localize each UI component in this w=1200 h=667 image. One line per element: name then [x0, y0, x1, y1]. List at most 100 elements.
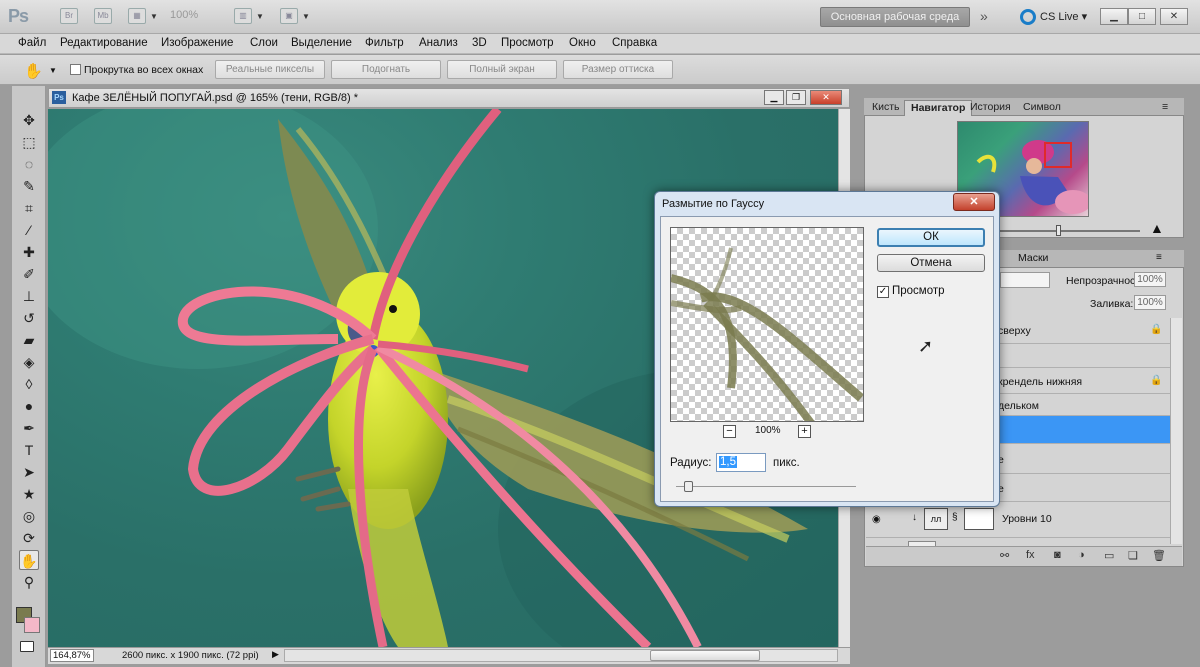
blur-tool-icon[interactable]: ◊	[19, 374, 39, 394]
radius-slider-knob[interactable]	[684, 481, 693, 492]
dodge-tool-icon[interactable]: ●	[19, 396, 39, 416]
layer-mask-thumbnail[interactable]	[964, 508, 994, 530]
preview-zoom-in-button[interactable]: +	[798, 425, 811, 438]
quick-select-tool-icon[interactable]: ✎	[19, 176, 39, 196]
bridge-icon[interactable]: Br	[60, 8, 78, 24]
custom-shape-tool-icon[interactable]: ★	[19, 484, 39, 504]
type-tool-icon[interactable]: T	[19, 440, 39, 460]
marquee-tool-icon[interactable]: ⬚	[19, 132, 39, 152]
chevron-down-icon[interactable]: ▼	[150, 12, 158, 21]
menu-window[interactable]: Окно	[569, 37, 596, 49]
crop-tool-icon[interactable]: ⌗	[19, 198, 39, 218]
cs-live-menu[interactable]: CS Live ▾	[1040, 10, 1087, 23]
preview-zoom-out-button[interactable]: −	[723, 425, 736, 438]
quick-mask-icon[interactable]	[20, 641, 34, 652]
print-size-button[interactable]: Размер оттиска	[563, 60, 673, 79]
fit-screen-button[interactable]: Подогнать	[331, 60, 441, 79]
mini-bridge-icon[interactable]: Mb	[94, 8, 112, 24]
preview-checkbox[interactable]: ✓	[877, 286, 889, 298]
adjustment-layer-icon[interactable]: ◑	[1078, 549, 1085, 561]
fill-input[interactable]: 100%	[1134, 295, 1166, 310]
zoom-tool-icon[interactable]: ⚲	[19, 572, 39, 592]
zoom-level-combo[interactable]: 100%	[170, 9, 222, 25]
lasso-tool-icon[interactable]: ◌	[19, 154, 39, 174]
chevron-down-icon[interactable]: ▼	[302, 12, 310, 21]
tab-navigator[interactable]: Навигатор	[904, 100, 973, 116]
layer-style-icon[interactable]: fx	[1026, 549, 1035, 561]
radius-slider-track[interactable]	[676, 486, 856, 487]
workspace-button[interactable]: Основная рабочая среда	[820, 7, 970, 27]
hand-tool-preset-icon[interactable]: ✋	[24, 62, 43, 80]
new-group-icon[interactable]: ▭	[1104, 549, 1114, 562]
opacity-input[interactable]: 100%	[1134, 272, 1166, 287]
clone-stamp-tool-icon[interactable]: ⊥	[19, 286, 39, 306]
tab-brush[interactable]: Кисть	[866, 100, 906, 116]
doc-close-button[interactable]: ✕	[810, 90, 842, 105]
link-layers-icon[interactable]: ⚯	[1000, 549, 1009, 562]
cancel-button[interactable]: Отмена	[877, 254, 985, 272]
menu-edit[interactable]: Редактирование	[60, 37, 148, 49]
visibility-eye-icon[interactable]: ◉	[872, 514, 881, 525]
zoom-in-icon[interactable]: ▲	[1150, 220, 1164, 236]
history-brush-tool-icon[interactable]: ↺	[19, 308, 39, 328]
navigator-zoom-knob[interactable]	[1056, 225, 1061, 236]
trash-icon[interactable]: 🗑	[1152, 549, 1166, 562]
layers-scrollbar[interactable]	[1170, 318, 1182, 544]
menu-select[interactable]: Выделение	[291, 37, 352, 49]
doc-minimize-button[interactable]: ▁	[764, 90, 784, 105]
more-workspaces-icon[interactable]: »	[980, 8, 988, 24]
menu-3d[interactable]: 3D	[472, 37, 487, 49]
background-color-swatch[interactable]	[24, 617, 40, 633]
pen-tool-icon[interactable]: ✒	[19, 418, 39, 438]
tab-masks[interactable]: Маски	[1018, 252, 1048, 264]
dialog-close-button[interactable]: ✕	[953, 193, 995, 211]
hand-tool-icon[interactable]: ✋	[19, 550, 39, 570]
doc-restore-button[interactable]: ❐	[786, 90, 806, 105]
blur-preview[interactable]	[670, 227, 864, 422]
minimize-button[interactable]: ▁	[1100, 8, 1128, 25]
menu-filter[interactable]: Фильтр	[365, 37, 404, 49]
horizontal-scroll-thumb[interactable]	[650, 650, 760, 661]
radius-input[interactable]: 1,5	[716, 453, 766, 472]
menu-image[interactable]: Изображение	[161, 37, 233, 49]
mouse-cursor-icon: ➚	[918, 336, 934, 356]
menu-analysis[interactable]: Анализ	[419, 37, 458, 49]
close-button[interactable]: ✕	[1160, 8, 1188, 25]
fill-screen-button[interactable]: Полный экран	[447, 60, 557, 79]
tab-history[interactable]: История	[964, 100, 1017, 116]
zoom-field[interactable]: 164,87%	[50, 649, 94, 662]
ok-button[interactable]: ОК	[877, 228, 985, 247]
navigator-zoom-slider[interactable]	[990, 230, 1140, 232]
link-icon[interactable]: §	[952, 512, 958, 523]
chevron-down-icon[interactable]: ▼	[256, 12, 264, 21]
tab-character[interactable]: Символ	[1017, 100, 1067, 116]
add-mask-icon[interactable]: ◙	[1054, 549, 1061, 561]
status-menu-arrow-icon[interactable]: ▶	[272, 649, 279, 660]
move-tool-icon[interactable]: ✥	[19, 110, 39, 130]
brush-tool-icon[interactable]: ✐	[19, 264, 39, 284]
paint-bucket-tool-icon[interactable]: ◈	[19, 352, 39, 372]
navigator-view-box[interactable]	[1044, 142, 1072, 168]
eraser-tool-icon[interactable]: ▰	[19, 330, 39, 350]
actual-pixels-button[interactable]: Реальные пикселы	[215, 60, 325, 79]
healing-brush-tool-icon[interactable]: ✚	[19, 242, 39, 262]
menu-view[interactable]: Просмотр	[501, 37, 554, 49]
blend-mode-select[interactable]	[1000, 272, 1050, 288]
3d-orbit-tool-icon[interactable]: ⟳	[19, 528, 39, 548]
menu-file[interactable]: Файл	[18, 37, 46, 49]
scroll-all-windows-checkbox[interactable]	[70, 64, 81, 75]
screen-mode-icon[interactable]: ▣	[280, 8, 298, 24]
panel-menu-icon[interactable]: ≡	[1156, 100, 1174, 116]
chevron-down-icon[interactable]: ▼	[49, 66, 57, 75]
arrange-documents-icon[interactable]: ▥	[234, 8, 252, 24]
menu-help[interactable]: Справка	[612, 37, 657, 49]
3d-rotate-tool-icon[interactable]: ◎	[19, 506, 39, 526]
menu-layers[interactable]: Слои	[250, 37, 278, 49]
panel-menu-icon[interactable]: ≡	[1156, 252, 1162, 263]
path-select-tool-icon[interactable]: ➤	[19, 462, 39, 482]
view-extras-icon[interactable]: ▦	[128, 8, 146, 24]
maximize-button[interactable]: □	[1128, 8, 1156, 25]
new-layer-icon[interactable]: ❏	[1128, 549, 1138, 562]
cs-live-icon[interactable]	[1020, 9, 1036, 25]
eyedropper-tool-icon[interactable]: ⁄	[19, 220, 39, 240]
